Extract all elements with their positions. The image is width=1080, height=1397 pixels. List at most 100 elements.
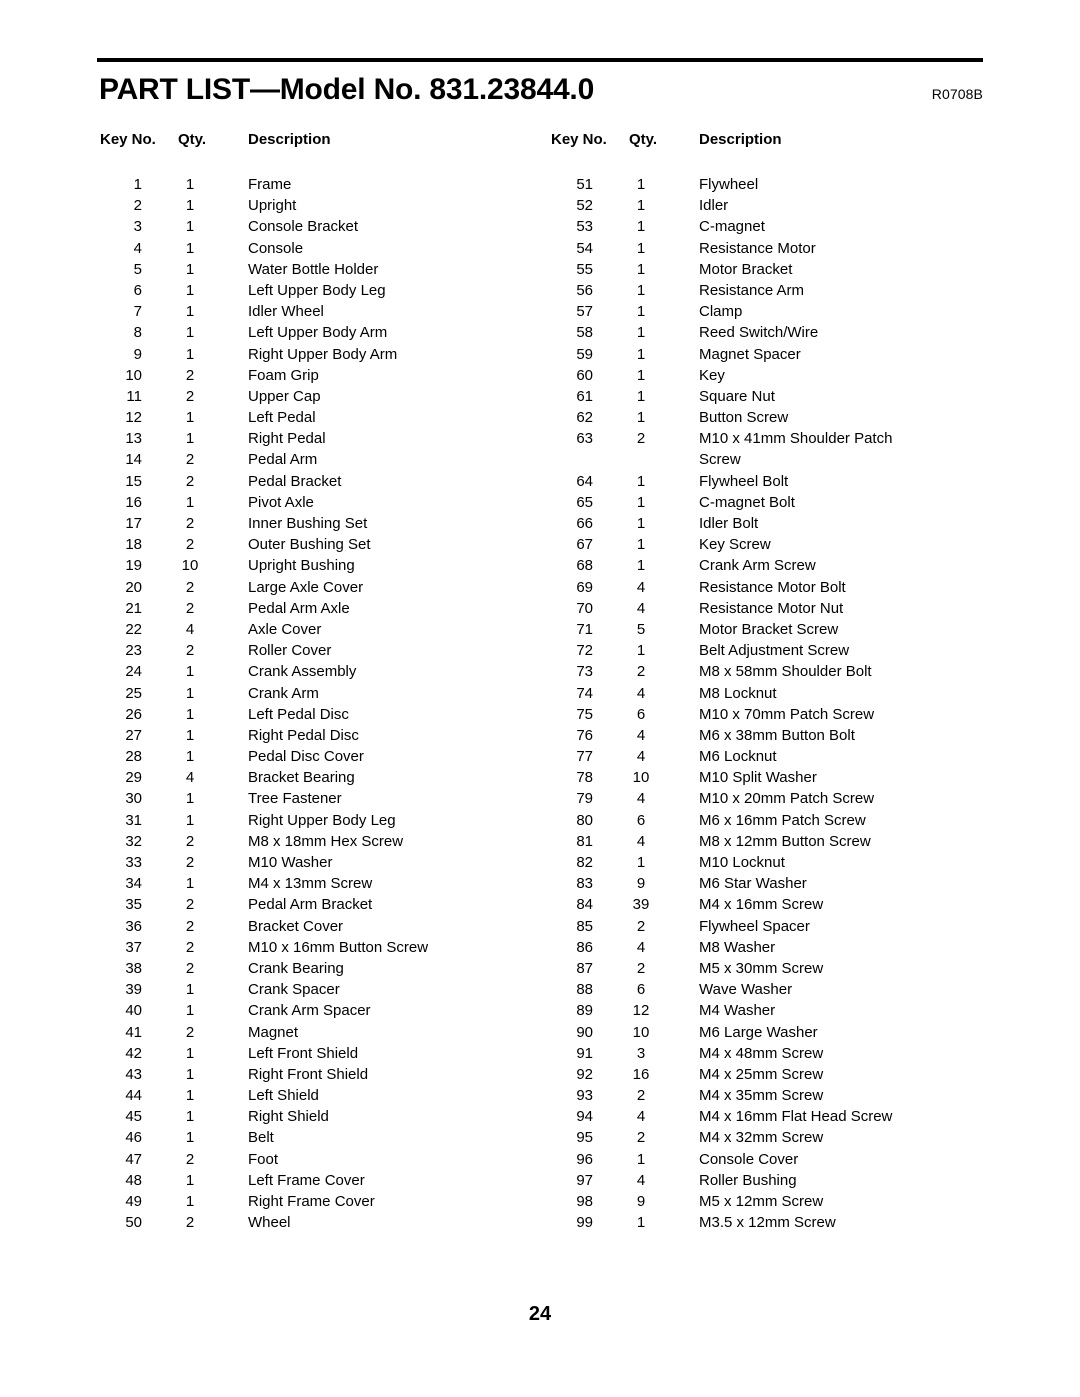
cell-qty: 1 [636, 1150, 646, 1168]
table-row: 10 2 Foam Grip [100, 365, 540, 386]
cell-key-no: 70 [576, 599, 593, 617]
table-row: 20 2 Large Axle Cover [100, 577, 540, 598]
cell-qty: 2 [636, 663, 646, 681]
cell-qty: 12 [632, 1002, 650, 1020]
table-row: 33 2 M10 Washer [100, 852, 540, 873]
cell-key-no: 48 [125, 1171, 142, 1189]
table-row: 18 2 Outer Bushing Set [100, 534, 540, 555]
table-row: 97 4 Roller Bushing [551, 1170, 991, 1191]
cell-qty: 1 [185, 811, 195, 829]
cell-key-no: 96 [576, 1150, 593, 1168]
cell-key-no: 74 [576, 684, 593, 702]
table-row: 39 1 Crank Spacer [100, 979, 540, 1000]
cell-key-no: 59 [576, 345, 593, 363]
cell-description: Bracket Bearing [248, 769, 355, 787]
cell-qty: 1 [185, 324, 195, 342]
cell-description: Flywheel Spacer [699, 917, 810, 935]
cell-qty: 1 [185, 197, 195, 215]
table-row: 99 1 M3.5 x 12mm Screw [551, 1212, 991, 1233]
table-row: 21 2 Pedal Arm Axle [100, 598, 540, 619]
table-row: 72 1 Belt Adjustment Screw [551, 640, 991, 661]
table-row: 73 2 M8 x 58mm Shoulder Bolt [551, 661, 991, 682]
cell-description: Resistance Motor [699, 239, 816, 257]
cell-qty: 10 [181, 557, 199, 575]
cell-key-no: 51 [576, 176, 593, 193]
cell-qty: 1 [185, 493, 195, 511]
table-row: 59 1 Magnet Spacer [551, 344, 991, 365]
part-list-page: PART LIST—Model No. 831.23844.0 R0708B K… [0, 0, 1080, 1397]
cell-qty: 4 [185, 769, 195, 787]
table-row: 83 9 M6 Star Washer [551, 873, 991, 894]
cell-qty: 2 [185, 599, 195, 617]
table-row: 38 2 Crank Bearing [100, 958, 540, 979]
cell-description: M8 Locknut [699, 684, 777, 702]
cell-key-no: 69 [576, 578, 593, 596]
cell-description: Pedal Arm Bracket [248, 896, 373, 914]
cell-qty: 2 [636, 959, 646, 977]
cell-description: Large Axle Cover [248, 578, 364, 596]
cell-description: Crank Arm Spacer [248, 1002, 371, 1020]
cell-description: Right Upper Body Leg [248, 811, 396, 829]
table-row: 42 1 Left Front Shield [100, 1043, 540, 1064]
table-row: 46 1 Belt [100, 1127, 540, 1148]
table-row: 61 1 Square Nut [551, 386, 991, 407]
cell-qty: 1 [185, 260, 195, 278]
cell-description: M6 x 16mm Patch Screw [699, 811, 866, 829]
cell-description: Right Shield [248, 1108, 329, 1126]
cell-description: Magnet [248, 1023, 299, 1041]
cell-qty: 1 [185, 218, 195, 236]
cell-qty: 1 [185, 748, 195, 766]
parts-column-left: 1 1 Frame 2 1 Upright 3 1 Console Bracket 4 1 Conso… [100, 174, 540, 1233]
cell-key-no: 6 [133, 281, 142, 299]
table-row: 12 1 Left Pedal [100, 407, 540, 428]
cell-key-no: 19 [125, 557, 142, 575]
cell-description: Roller Cover [248, 642, 332, 660]
table-row: 86 4 M8 Washer [551, 937, 991, 958]
cell-qty: 1 [185, 176, 195, 193]
table-row: 27 1 Right Pedal Disc [100, 725, 540, 746]
cell-key-no: 23 [125, 642, 142, 660]
cell-description: Pedal Arm [248, 451, 318, 469]
table-row: 19 10 Upright Bushing [100, 555, 540, 576]
cell-qty: 6 [636, 981, 646, 999]
cell-description: Wheel [248, 1214, 291, 1232]
cell-key-no: 1 [133, 176, 142, 193]
cell-qty: 1 [636, 515, 646, 532]
cell-description: Reed Switch/Wire [699, 324, 819, 342]
cell-qty: 1 [185, 1044, 195, 1062]
cell-qty: 1 [185, 1002, 195, 1020]
cell-qty: 2 [636, 917, 646, 935]
cell-description: Axle Cover [248, 620, 322, 638]
cell-qty: 4 [636, 599, 646, 617]
cell-key-no: 63 [576, 430, 593, 448]
table-row: 94 4 M4 x 16mm Flat Head Screw [551, 1106, 991, 1127]
cell-key-no: 33 [125, 854, 142, 871]
table-row: 80 6 M6 x 16mm Patch Screw [551, 810, 991, 831]
cell-key-no: 61 [576, 387, 593, 405]
cell-description: M10 Washer [248, 854, 333, 871]
cell-description: M8 x 58mm Shoulder Bolt [699, 663, 872, 681]
cell-key-no: 37 [125, 938, 142, 956]
cell-key-no: 50 [125, 1214, 142, 1232]
cell-description: Pedal Arm Axle [248, 599, 350, 617]
cell-key-no: 39 [125, 981, 142, 999]
cell-key-no: 24 [125, 663, 142, 681]
cell-qty: 1 [185, 303, 195, 321]
table-row: 71 5 Motor Bracket Screw [551, 619, 991, 640]
table-row: 11 2 Upper Cap [100, 386, 540, 407]
cell-qty: 1 [636, 409, 646, 427]
cell-key-no: 3 [133, 218, 142, 236]
cell-qty: 1 [636, 324, 646, 342]
cell-description: Key Screw [699, 536, 771, 554]
cell-key-no: 44 [125, 1087, 142, 1105]
cell-qty: 2 [185, 387, 195, 405]
cell-description: Left Pedal Disc [248, 705, 349, 723]
cell-description: Right Upper Body Arm [248, 345, 398, 363]
header-key-no: Key No. [551, 131, 607, 148]
table-row: 15 2 Pedal Bracket [100, 471, 540, 492]
cell-description: M4 x 13mm Screw [248, 875, 373, 893]
cell-key-no: 26 [125, 705, 142, 723]
cell-description: M6 Large Washer [699, 1023, 818, 1041]
cell-description: Crank Spacer [248, 981, 340, 999]
cell-description: Roller Bushing [699, 1171, 797, 1189]
